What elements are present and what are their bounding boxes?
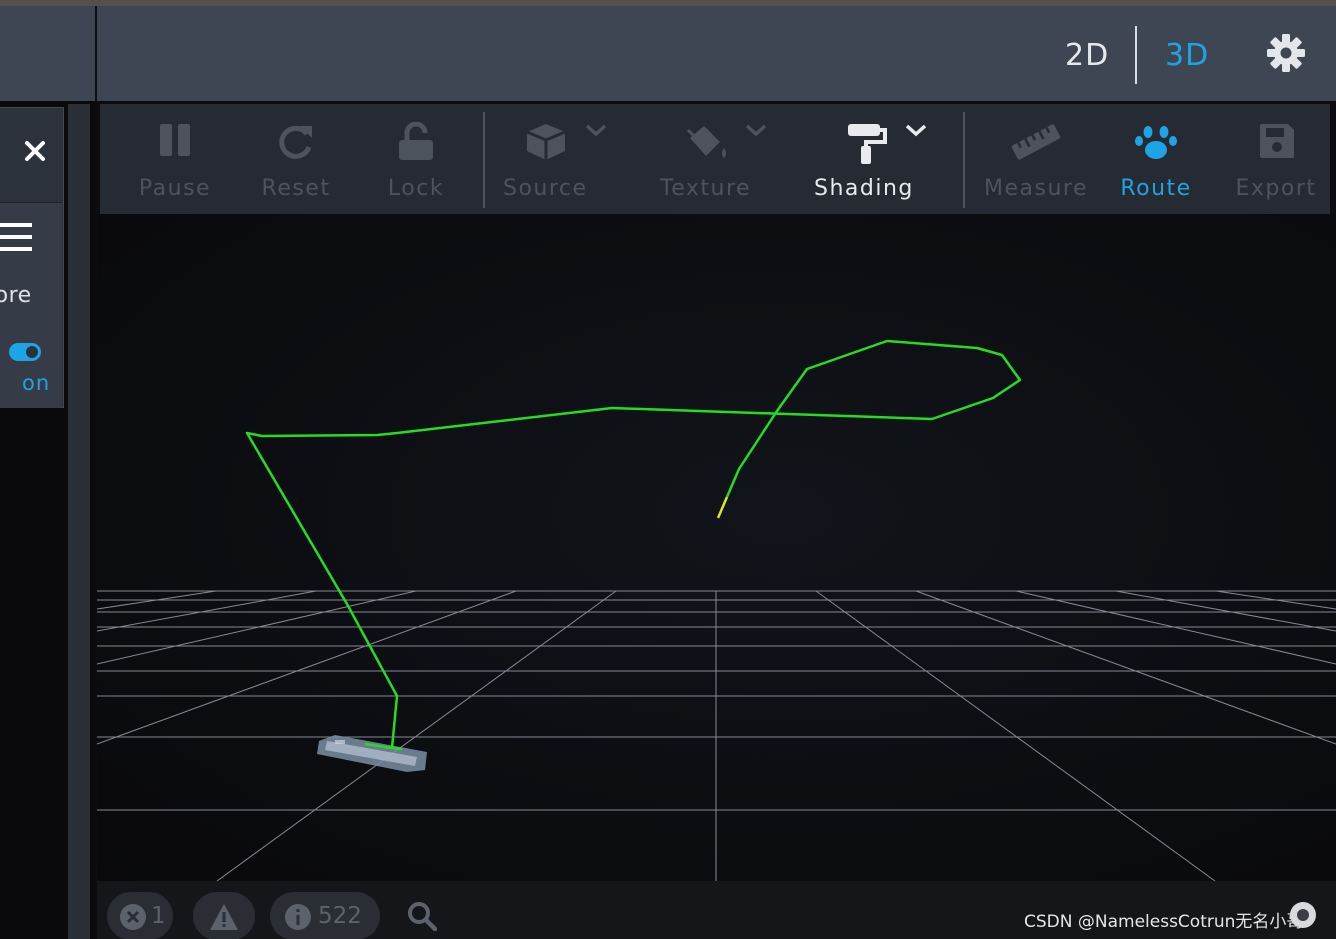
warnings-badge[interactable]	[193, 892, 255, 939]
reset-label: Reset	[261, 176, 331, 201]
toolbar-separator	[483, 112, 485, 208]
mode-3d-button[interactable]: 3D	[1165, 38, 1209, 73]
toggle-switch[interactable]	[9, 343, 41, 361]
texture-label: Texture	[660, 176, 752, 201]
chevron-down-icon	[585, 124, 607, 137]
info-count: 522	[318, 903, 362, 929]
route-path	[245, 339, 1022, 749]
lock-button[interactable]: Lock	[356, 104, 476, 214]
warning-icon	[210, 904, 238, 930]
measure-button[interactable]: Measure	[976, 104, 1096, 214]
reset-button[interactable]: Reset	[236, 104, 356, 214]
source-label: Source	[503, 176, 588, 201]
menu-icon[interactable]	[0, 221, 34, 253]
scene-canvas[interactable]	[97, 214, 1336, 881]
ground-grid	[97, 590, 1336, 881]
header-left-block	[0, 6, 95, 101]
source-button[interactable]: Source	[486, 104, 607, 214]
side-panel-close-area	[0, 108, 62, 203]
info-icon	[285, 904, 311, 930]
reset-icon	[279, 125, 312, 159]
measure-label: Measure	[984, 176, 1088, 201]
paint-bucket-icon	[686, 126, 726, 158]
errors-badge[interactable]: 1	[107, 892, 173, 939]
more-label: lore	[0, 283, 32, 308]
3d-viewport[interactable]	[97, 214, 1336, 881]
paint-roller-icon	[848, 124, 887, 164]
close-icon[interactable]	[22, 138, 48, 164]
toggle-label: on	[22, 371, 51, 395]
pause-icon	[160, 124, 190, 156]
mode-separator	[1135, 26, 1137, 84]
toolbar: Pause Reset Lock Source Texture Shading …	[100, 104, 1330, 214]
chevron-down-icon	[905, 124, 927, 137]
route-button[interactable]: Route	[1096, 104, 1216, 214]
route-end-marker	[716, 496, 729, 519]
pause-label: Pause	[138, 176, 212, 201]
more-menu[interactable]: lore on	[0, 203, 62, 408]
zoom-icon[interactable]	[1288, 900, 1318, 930]
chevron-down-icon	[745, 124, 767, 137]
route-label: Route	[1120, 176, 1192, 201]
side-panel: lore on	[0, 107, 64, 408]
pause-button[interactable]: Pause	[115, 104, 235, 214]
shading-button[interactable]: Shading	[806, 104, 927, 214]
mode-2d-button[interactable]: 2D	[1065, 38, 1109, 73]
info-badge[interactable]: 522	[270, 892, 380, 939]
lock-label: Lock	[387, 176, 445, 201]
view-mode-header: 2D 3D	[97, 6, 1336, 101]
search-icon[interactable]	[407, 901, 437, 931]
cube-icon	[526, 124, 566, 160]
paw-icon	[1135, 126, 1177, 159]
texture-button[interactable]: Texture	[646, 104, 767, 214]
ruler-icon	[1011, 124, 1061, 160]
toggle-knob	[26, 346, 38, 358]
side-panel-scrollbar[interactable]	[68, 104, 90, 939]
gear-icon[interactable]	[1265, 32, 1307, 74]
error-icon	[120, 904, 146, 930]
shading-label: Shading	[814, 176, 914, 201]
errors-count: 1	[151, 903, 166, 929]
export-button[interactable]: Export	[1216, 104, 1336, 214]
export-label: Export	[1235, 176, 1317, 201]
lock-icon	[399, 122, 433, 160]
toolbar-separator	[963, 112, 965, 208]
watermark-text: CSDN @NamelessCotrun无名小哥	[1024, 912, 1304, 932]
save-icon	[1260, 124, 1294, 158]
